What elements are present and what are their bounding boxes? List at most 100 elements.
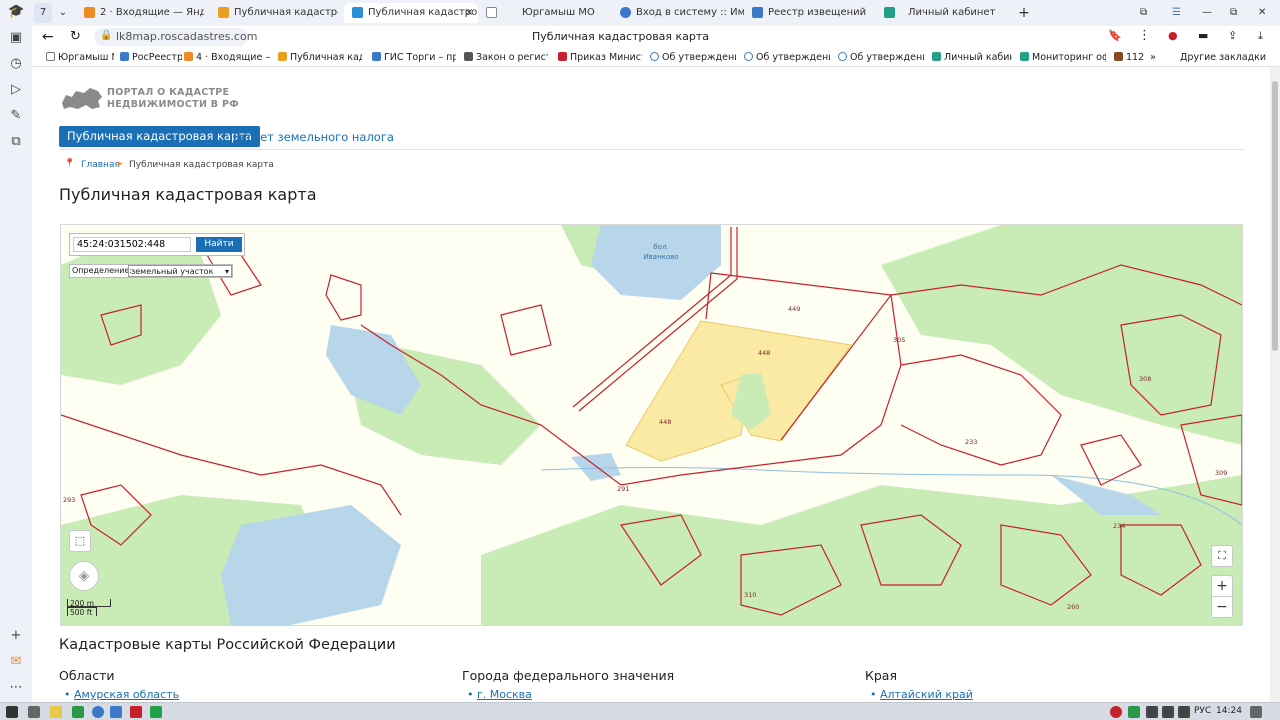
parcel-label: 310: [744, 591, 756, 599]
city-link[interactable]: • г. Москва: [467, 688, 532, 701]
new-tab-button[interactable]: +: [1016, 3, 1032, 23]
chevron-down-icon: ▾: [224, 267, 229, 276]
mail-icon[interactable]: ✉: [8, 654, 24, 670]
bookmark-item[interactable]: Личный кабинет: [932, 52, 1012, 63]
bookmark-item[interactable]: Об утверждении: [650, 52, 736, 63]
parcel-label: 234: [1113, 522, 1125, 530]
clock[interactable]: 14:24: [1216, 706, 1242, 716]
restore-icon[interactable]: ⧉: [1230, 3, 1244, 23]
tray-icon[interactable]: [1128, 706, 1140, 718]
tab-cabinet[interactable]: Личный кабинет: [884, 3, 1008, 23]
parcel-label: 448: [659, 418, 671, 426]
bookmark-item[interactable]: Мониторинг офо: [1020, 52, 1106, 63]
extensions-icon[interactable]: ⧉: [1140, 3, 1154, 23]
network-icon[interactable]: [1162, 706, 1174, 718]
address-page-title[interactable]: Публичная кадастровая карта: [532, 30, 709, 43]
url-domain: lk8map.roscadastres.com: [116, 30, 258, 43]
tab-registry[interactable]: Реестр извещений: [752, 3, 876, 23]
add-panel-icon[interactable]: +: [8, 628, 24, 644]
zoom-out-button[interactable]: −: [1211, 596, 1233, 618]
bookmark-item[interactable]: Приказ Министер: [558, 52, 642, 63]
play-icon[interactable]: ▷: [8, 82, 24, 98]
browser-icon[interactable]: [92, 706, 104, 718]
lake-label-1: бол.: [653, 243, 668, 251]
tab-list-chevron-icon[interactable]: ⌄: [54, 3, 72, 23]
profile-icon[interactable]: ☰: [1172, 3, 1186, 23]
federal-cities-column-title: Города федерального значения: [462, 668, 675, 683]
reload-icon[interactable]: ↻: [70, 29, 81, 44]
breadcrumb-home[interactable]: Главная: [81, 160, 120, 170]
download-icon[interactable]: ⤓: [1258, 29, 1263, 43]
url-pill[interactable]: 🔒 lk8map.roscadastres.com: [94, 28, 257, 46]
tab-login[interactable]: Вход в систему :: Имущес: [620, 3, 744, 23]
cabinet-icon: [884, 6, 895, 18]
tray-icon[interactable]: [1146, 706, 1158, 718]
tab-counter[interactable]: 7: [34, 3, 52, 23]
other-bookmarks[interactable]: Другие закладки ⌄: [1180, 52, 1270, 63]
extension-icon[interactable]: ●: [1168, 29, 1178, 42]
tab-cadastre-1[interactable]: Публичная кадастровая к: [218, 3, 338, 23]
zoom-in-button[interactable]: +: [1211, 575, 1233, 597]
cadastral-map[interactable]: бол. Иванково 449 448 448 305 308 233 30…: [60, 224, 1243, 626]
collections-icon[interactable]: ▣: [8, 30, 24, 46]
tab-mail[interactable]: 2 · Входящие — Яндекс.П: [84, 3, 204, 23]
notifications-icon[interactable]: [1250, 706, 1262, 718]
nav-cadastral-map-button[interactable]: Публичная кадастровая карта: [59, 126, 261, 147]
krai-link[interactable]: • Алтайский край: [870, 688, 973, 701]
more-icon[interactable]: ⋯: [8, 680, 24, 696]
app-icon[interactable]: [130, 706, 142, 718]
excel-icon[interactable]: [150, 706, 162, 718]
close-tab-icon[interactable]: ×: [465, 3, 475, 23]
language-indicator[interactable]: РУС: [1194, 706, 1211, 716]
page-scrollbar[interactable]: [1270, 67, 1280, 702]
parcel-label: 448: [758, 349, 770, 357]
definition-select[interactable]: земельный участок ▾: [128, 265, 232, 277]
region-link[interactable]: • Амурская область: [64, 688, 179, 701]
scrollbar-thumb[interactable]: [1272, 81, 1278, 351]
bookmark-item[interactable]: 4 · Входящие — Я: [184, 52, 270, 63]
start-icon[interactable]: [6, 706, 18, 718]
bookmark-item[interactable]: РосРеестр: [120, 52, 182, 63]
tab-cadastre-active[interactable]: Публичная кадастровая: [344, 3, 478, 23]
tray-icon[interactable]: [1110, 706, 1122, 718]
selection-tool-icon[interactable]: ⬚: [69, 530, 91, 552]
map-canvas[interactable]: бол. Иванково 449 448 448 305 308 233 30…: [61, 225, 1242, 625]
cadastral-number-input[interactable]: [73, 237, 191, 252]
task-view-icon[interactable]: [28, 706, 40, 718]
bookmark-icon[interactable]: 🔖: [1108, 29, 1122, 42]
menu-dots-icon[interactable]: ⋮: [1138, 28, 1151, 43]
graduation-cap-icon[interactable]: 🎓: [8, 4, 24, 20]
fullscreen-icon[interactable]: ⛶: [1211, 545, 1233, 567]
bookmark-item[interactable]: ГИС Торги – прод: [372, 52, 456, 63]
layers-icon[interactable]: ◈: [69, 561, 99, 591]
lock-icon: 🔒: [100, 30, 113, 41]
bookmark-item[interactable]: Публичная кадас: [278, 52, 362, 63]
pond: [571, 453, 621, 481]
bookmark-item[interactable]: Юргамыш МО: [46, 52, 114, 63]
share-icon[interactable]: ⇪: [1228, 29, 1237, 42]
volume-icon[interactable]: [1178, 706, 1190, 718]
water-body: [326, 325, 421, 415]
file-explorer-icon[interactable]: [50, 706, 62, 718]
bookmark-item[interactable]: Об утверждении: [838, 52, 924, 63]
close-window-icon[interactable]: ✕: [1258, 3, 1272, 23]
bookmark-item[interactable]: 112: [1114, 52, 1144, 63]
screenshot-icon[interactable]: ⧉: [8, 134, 24, 150]
os-taskbar: РУС 14:24: [0, 702, 1280, 720]
reader-icon[interactable]: ▬: [1198, 29, 1208, 42]
tab-yurgamysh[interactable]: Юргамыш МО: [486, 3, 616, 23]
app-icon[interactable]: [72, 706, 84, 718]
more-bookmarks-icon[interactable]: »: [1150, 52, 1162, 63]
regions-column-title: Области: [59, 668, 115, 683]
bookmark-item[interactable]: Закон о регистра: [464, 52, 548, 63]
history-icon[interactable]: ◷: [8, 56, 24, 72]
parcel-label: 233: [965, 438, 977, 446]
bookmark-item[interactable]: Об утверждении: [744, 52, 830, 63]
find-button[interactable]: Найти: [196, 237, 242, 252]
globe-icon: [620, 6, 631, 18]
nav-land-tax-link[interactable]: Расчет земельного налога: [233, 130, 394, 144]
notes-icon[interactable]: ✎: [8, 108, 24, 124]
back-icon[interactable]: ←: [42, 29, 54, 45]
app-icon[interactable]: [110, 706, 122, 718]
minimize-icon[interactable]: —: [1202, 3, 1216, 23]
